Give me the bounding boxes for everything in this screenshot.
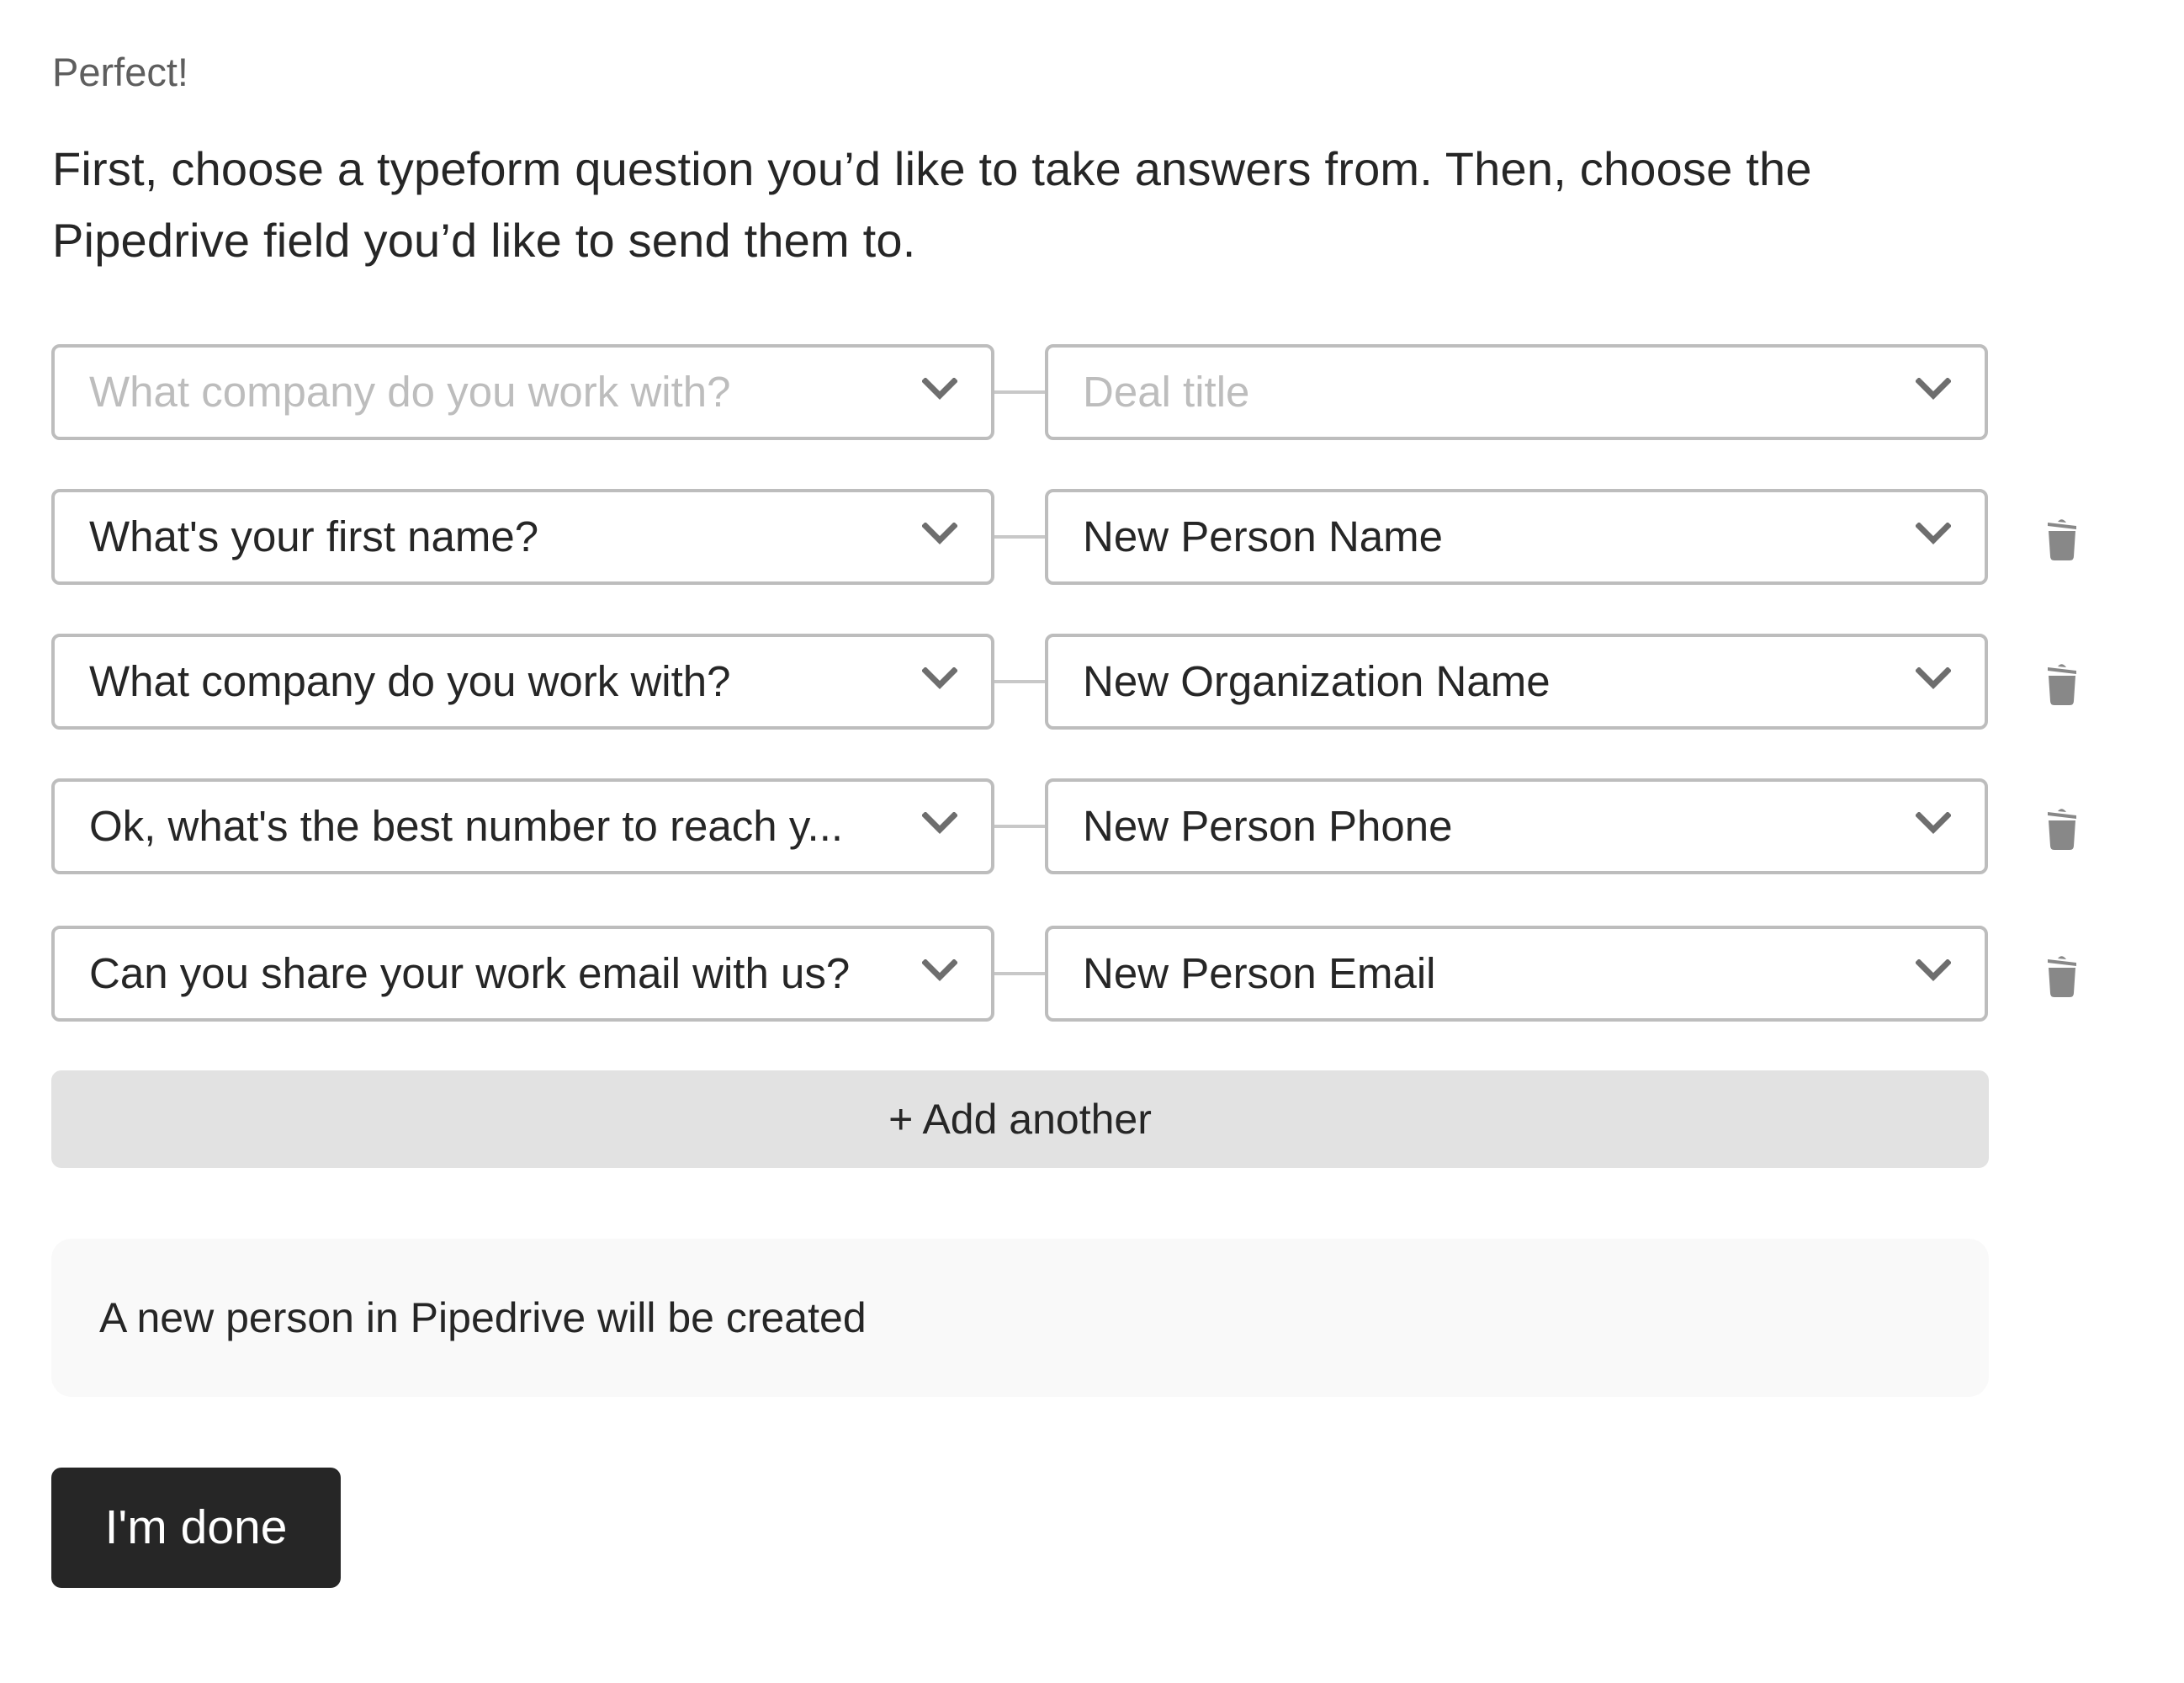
pipedrive-field-select[interactable]: New Organization Name	[1045, 634, 1988, 730]
chevron-down-icon	[921, 958, 958, 981]
mapping-connector	[994, 825, 1045, 828]
instructions-text: First, choose a typeform question you’d …	[52, 142, 1812, 267]
question-select[interactable]: Can you share your work email with us?	[51, 926, 994, 1022]
trash-icon[interactable]	[2045, 951, 2079, 998]
pipedrive-field-value: Deal title	[1083, 368, 1250, 416]
pipedrive-field-value: New Organization Name	[1083, 657, 1551, 705]
mapping-connector	[994, 680, 1045, 683]
question-select[interactable]: What company do you work with?	[51, 344, 994, 440]
question-select-value: What's your first name?	[89, 512, 539, 560]
chevron-down-icon	[921, 811, 958, 834]
mapping-connector	[994, 390, 1045, 394]
chevron-down-icon	[1915, 522, 1952, 544]
chevron-down-icon	[1915, 811, 1952, 834]
chevron-down-icon	[921, 666, 958, 689]
mapping-row: What company do you work with? New Organi…	[51, 634, 2087, 730]
question-select[interactable]: Ok, what's the best number to reach y...	[51, 778, 994, 874]
question-select-value: What company do you work with?	[89, 657, 731, 705]
trash-icon[interactable]	[2045, 804, 2079, 851]
chevron-down-icon	[1915, 958, 1952, 981]
question-select-value: What company do you work with?	[89, 368, 731, 416]
pipedrive-field-select[interactable]: Deal title	[1045, 344, 1988, 440]
pipedrive-field-value: New Person Email	[1083, 949, 1436, 997]
add-another-button[interactable]: + Add another	[51, 1070, 1989, 1168]
intro-label: Perfect!	[52, 50, 188, 94]
trash-icon[interactable]	[2045, 514, 2079, 561]
trash-icon[interactable]	[2045, 659, 2079, 706]
mapping-row: Can you share your work email with us? Ne…	[51, 926, 2087, 1022]
info-box: A new person in Pipedrive will be create…	[51, 1239, 1989, 1397]
chevron-down-icon	[1915, 666, 1952, 689]
question-select[interactable]: What company do you work with?	[51, 634, 994, 730]
question-select-value: Ok, what's the best number to reach y...	[89, 802, 844, 850]
pipedrive-field-value: New Person Phone	[1083, 802, 1453, 850]
question-select[interactable]: What's your first name?	[51, 489, 994, 585]
question-select-value: Can you share your work email with us?	[89, 949, 851, 997]
chevron-down-icon	[921, 522, 958, 544]
info-message: A new person in Pipedrive will be create…	[99, 1294, 867, 1341]
mapping-row: Ok, what's the best number to reach y...…	[51, 778, 2087, 874]
pipedrive-field-value: New Person Name	[1083, 512, 1443, 560]
mapping-row: What's your first name? New Person Name	[51, 489, 2087, 585]
chevron-down-icon	[1915, 377, 1952, 400]
mapping-connector	[994, 535, 1045, 539]
mapping-connector	[994, 972, 1045, 975]
chevron-down-icon	[921, 377, 958, 400]
pipedrive-field-select[interactable]: New Person Email	[1045, 926, 1988, 1022]
mapping-row: What company do you work with? Deal title	[51, 344, 2087, 440]
pipedrive-field-select[interactable]: New Person Phone	[1045, 778, 1988, 874]
pipedrive-field-select[interactable]: New Person Name	[1045, 489, 1988, 585]
done-button[interactable]: I'm done	[51, 1468, 341, 1588]
